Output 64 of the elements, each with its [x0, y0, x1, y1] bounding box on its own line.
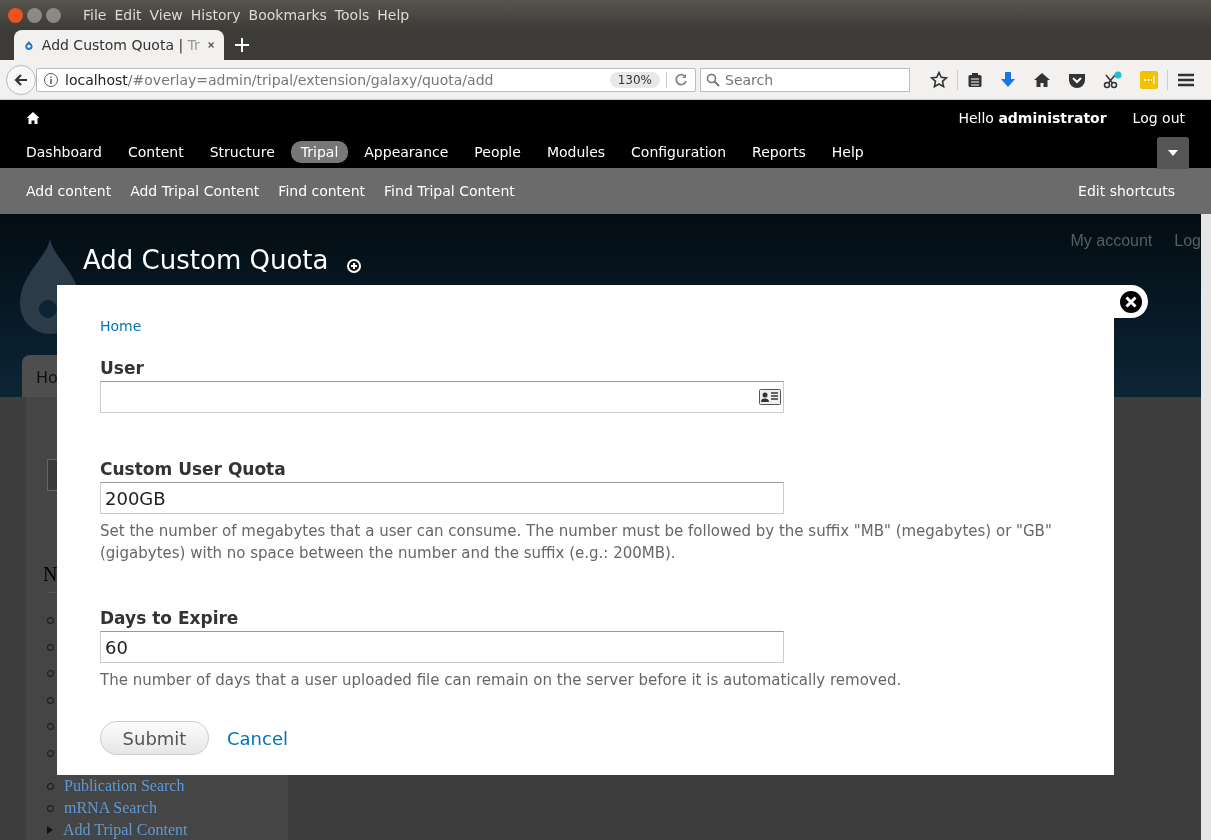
input-field[interactable]: 60 — [100, 631, 784, 663]
admin-menu-item[interactable]: Appearance — [354, 141, 459, 163]
admin-menu-item[interactable]: Modules — [536, 141, 616, 163]
submit-button[interactable]: Submit — [100, 721, 209, 755]
zoom-badge[interactable]: 130% — [609, 71, 660, 88]
back-icon — [13, 71, 29, 88]
admin-menu-item[interactable]: Help — [821, 141, 874, 163]
cancel-link[interactable]: Cancel — [227, 727, 288, 749]
scrollbar[interactable] — [1201, 214, 1211, 840]
minimize-button[interactable] — [27, 7, 42, 23]
page-title: Add Custom Quota — [83, 245, 329, 275]
admin-menu-item[interactable]: Dashboard — [16, 141, 112, 163]
address-bar[interactable]: localhost/#overlay=admin/tripal/extension/galaxy/quota/add 130% — [36, 67, 696, 92]
logout-link[interactable]: Log out — [1132, 110, 1185, 126]
admin-menu-item[interactable]: Configuration — [621, 141, 737, 163]
menu-icon[interactable] — [1177, 71, 1195, 88]
shortcut-link[interactable]: Add content — [26, 183, 112, 199]
info-icon[interactable] — [43, 71, 59, 88]
admin-menu-item[interactable]: Tripal — [290, 141, 349, 163]
home-icon[interactable] — [26, 111, 40, 125]
new-tab-icon[interactable] — [234, 37, 250, 53]
close-window-button[interactable] — [8, 7, 23, 23]
greeting-text: Hello administrator — [958, 110, 1107, 126]
reload-icon[interactable] — [673, 71, 689, 88]
menu-item[interactable]: Edit — [114, 7, 142, 23]
search-icon — [706, 72, 720, 87]
field-description: The number of days that a user uploaded file can remain on the server before it is automatically removed. — [100, 670, 903, 691]
collapsed-icon — [47, 826, 53, 834]
admin-menu-item[interactable]: Content — [117, 141, 194, 163]
home-icon[interactable] — [1033, 71, 1051, 88]
star-icon[interactable] — [930, 70, 948, 89]
menu-item[interactable]: Bookmarks — [248, 7, 327, 23]
menu-item[interactable]: History — [190, 7, 241, 23]
field-description: Set the number of megabytes that a user can consume. The number must be followed by the suffix "MB" (megabytes) or "GB" (gigabytes) with no space between the number and the suffix (e.g.: 200MB). — [100, 521, 1053, 564]
close-tab-icon[interactable] — [207, 40, 214, 50]
contact-card-icon — [759, 389, 781, 405]
admin-menu-item[interactable]: People — [464, 141, 531, 163]
search-field[interactable]: Search — [700, 67, 910, 92]
maximize-button[interactable] — [46, 7, 61, 23]
field-label: Days to Expire — [100, 608, 240, 628]
breadcrumb-link[interactable]: Home — [100, 318, 142, 334]
input-field[interactable]: 200GB — [100, 482, 784, 514]
field-label: Custom User Quota — [100, 459, 287, 479]
back-button[interactable] — [6, 64, 36, 95]
browser-tab[interactable]: Add Custom Quota | Tr — [14, 30, 224, 60]
scissors-icon[interactable] — [1103, 70, 1123, 89]
edit-shortcuts-link[interactable]: Edit shortcuts — [1078, 183, 1175, 199]
download-icon[interactable] — [1000, 70, 1016, 89]
shortcut-link[interactable]: Add Tripal Content — [130, 183, 260, 199]
menu-item[interactable]: File — [83, 7, 107, 23]
block-title: N — [43, 563, 58, 586]
admin-menu-item[interactable]: Structure — [199, 141, 285, 163]
shortcut-link[interactable]: Find content — [278, 183, 366, 199]
caret-icon — [1168, 150, 1178, 156]
menu-item[interactable]: Help — [377, 7, 410, 23]
menu-item[interactable]: Tools — [334, 7, 370, 23]
add-shortcut-icon[interactable] — [346, 258, 362, 274]
drawer-toggle-button[interactable] — [1157, 137, 1189, 169]
shortcut-link[interactable]: Find Tripal Content — [384, 183, 515, 199]
pocket-icon[interactable] — [1068, 71, 1086, 88]
menu-item[interactable]: View — [149, 7, 183, 23]
admin-menu-item[interactable]: Reports — [742, 141, 816, 163]
field-label: User — [100, 358, 145, 378]
reading-list-icon[interactable] — [967, 71, 983, 88]
